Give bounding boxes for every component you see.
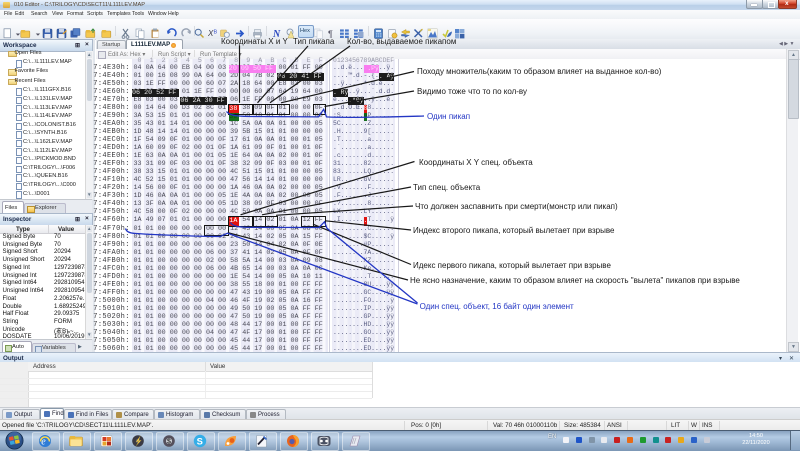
svg-text:e: e [41,436,46,447]
svg-text:$: $ [167,438,171,445]
svg-text:S: S [197,435,203,446]
svg-text:B: B [214,29,218,35]
